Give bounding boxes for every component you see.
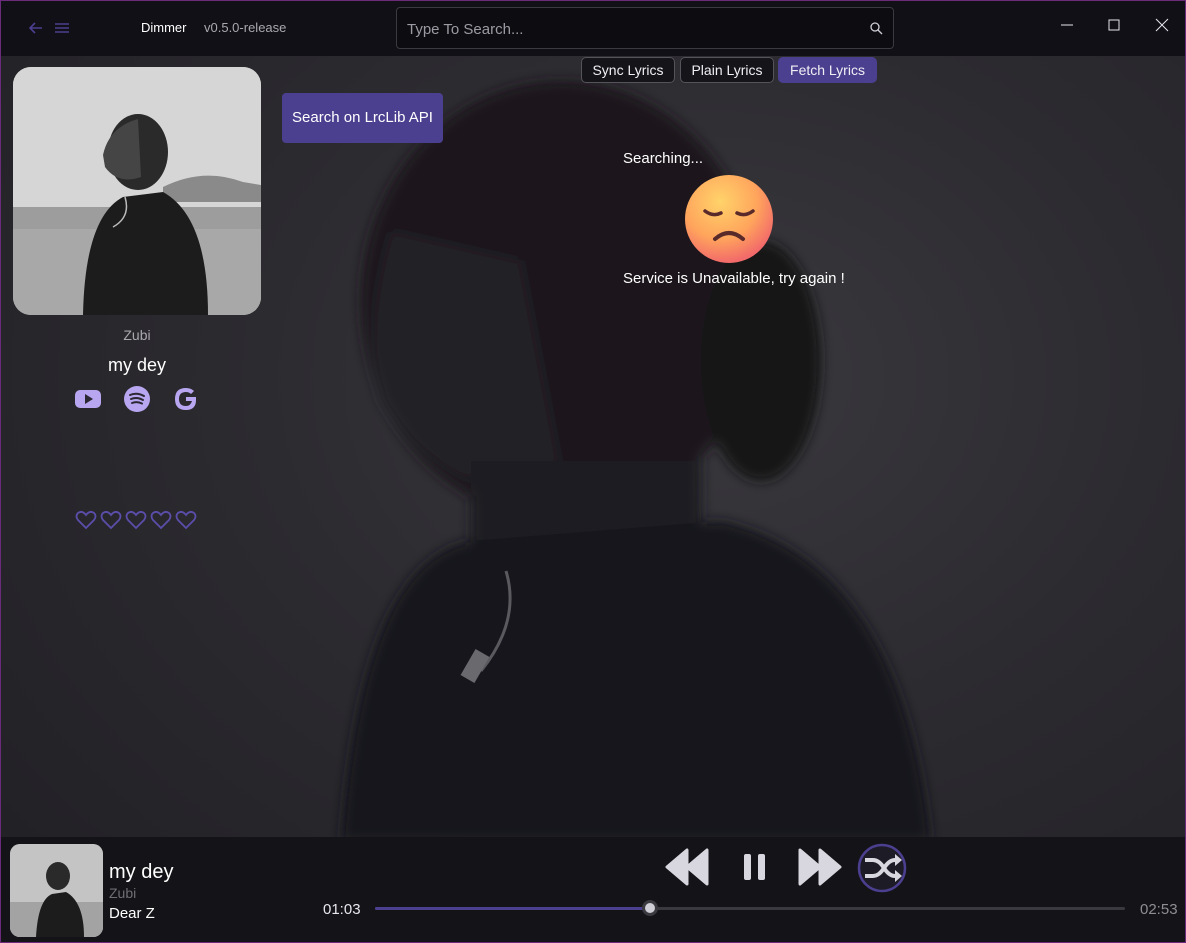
progress-fill — [375, 907, 651, 910]
maximize-icon[interactable] — [1104, 15, 1124, 35]
player-album[interactable]: Dear Z — [109, 905, 155, 922]
shuffle-icon[interactable] — [857, 843, 907, 893]
album-cover — [13, 67, 261, 315]
heart-icon[interactable] — [175, 509, 197, 531]
minimize-icon[interactable] — [1057, 15, 1077, 35]
mini-album-cover[interactable] — [10, 844, 103, 937]
search-box[interactable] — [396, 7, 894, 50]
artist-name[interactable]: Zubi — [13, 327, 261, 343]
previous-icon[interactable] — [665, 847, 711, 887]
spotify-icon[interactable] — [123, 385, 151, 413]
player-artist[interactable]: Zubi — [109, 885, 136, 901]
google-icon[interactable] — [172, 385, 200, 413]
search-lrclib-button[interactable]: Search on LrcLib API — [282, 93, 443, 143]
app-name: Dimmer — [141, 20, 187, 35]
player-song-title: my dey — [109, 861, 174, 883]
search-status: Searching... — [623, 150, 704, 167]
heart-icon[interactable] — [150, 509, 172, 531]
heart-icon[interactable] — [100, 509, 122, 531]
tab-fetch-lyrics[interactable]: Fetch Lyrics — [778, 57, 877, 83]
next-icon[interactable] — [796, 847, 842, 887]
tab-sync-lyrics[interactable]: Sync Lyrics — [581, 57, 675, 83]
error-message: Service is Unavailable, try again ! — [623, 270, 845, 287]
current-time: 01:03 — [323, 901, 361, 918]
progress-slider[interactable] — [375, 900, 1125, 916]
title-bar: Dimmer v0.5.0-release — [1, 1, 1185, 56]
heart-icon[interactable] — [75, 509, 97, 531]
player-bar: my dey Zubi Dear Z 01:03 02:53 — [1, 837, 1185, 942]
youtube-icon[interactable] — [74, 385, 102, 413]
search-input[interactable] — [397, 8, 849, 50]
close-icon[interactable] — [1152, 15, 1172, 35]
app-version: v0.5.0-release — [204, 20, 287, 35]
back-arrow-icon[interactable] — [27, 19, 45, 37]
progress-thumb[interactable] — [642, 900, 659, 916]
hamburger-menu-icon[interactable] — [53, 19, 71, 37]
disappointed-face-icon — [685, 175, 773, 263]
heart-icon[interactable] — [125, 509, 147, 531]
tab-plain-lyrics[interactable]: Plain Lyrics — [680, 57, 774, 83]
pause-icon[interactable] — [741, 847, 769, 887]
app-window: Dimmer v0.5.0-release Sync Lyrics Plain … — [0, 0, 1186, 943]
song-title: my dey — [107, 355, 167, 375]
search-icon[interactable] — [869, 21, 883, 35]
total-time: 02:53 — [1140, 901, 1178, 918]
